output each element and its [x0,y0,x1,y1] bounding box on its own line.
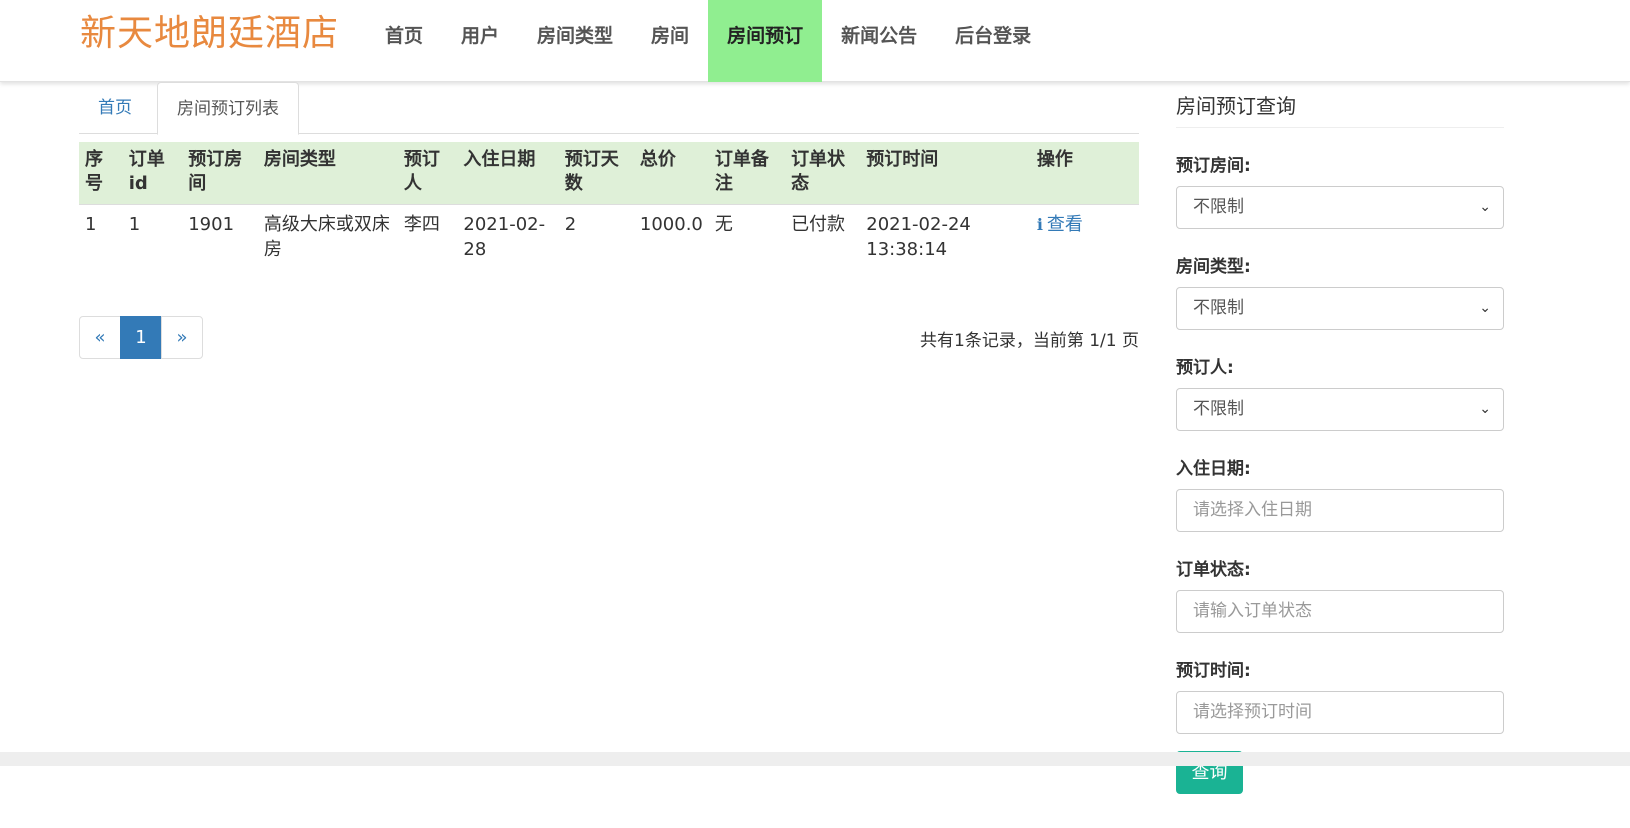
chevron-down-icon: ⌄ [1479,300,1491,316]
tab-booking-list[interactable]: 房间预订列表 [157,82,299,135]
booker-select[interactable]: 不限制 ⌄ [1176,388,1504,431]
pagination: « 1 » [79,316,203,359]
nav-home[interactable]: 首页 [366,0,442,82]
cell-order-id: 1 [122,203,183,274]
th-order-id: 订单id [128,149,165,194]
footer-divider [0,752,1630,766]
cell-room: 1901 [182,203,258,274]
nav-room-booking[interactable]: 房间预订 [708,0,823,82]
brand-logo[interactable]: 新天地朗廷酒店 [80,10,339,58]
status-label: 订单状态: [1176,560,1251,580]
chevron-down-icon: ⌄ [1479,401,1491,417]
th-booker: 预订人 [403,149,440,194]
cell-remark: 无 [708,203,786,274]
th-room: 预订房间 [188,149,243,194]
booking-table: 序号 订单id 预订房间 房间类型 预订人 入住日期 预订天数 总价 订单备注 … [79,142,1139,274]
cell-days: 2 [558,203,634,274]
room-select[interactable]: 不限制 ⌄ [1176,186,1504,229]
room-label: 预订房间: [1176,156,1251,176]
nav-room-types[interactable]: 房间类型 [518,0,632,82]
room-select-value: 不限制 [1193,197,1244,217]
page-1-button[interactable]: 1 [120,316,162,359]
main-nav: 首页 用户 房间类型 房间 房间预订 新闻公告 后台登录 [366,0,1050,82]
cell-status: 已付款 [785,203,861,274]
nav-rooms[interactable]: 房间 [632,0,708,82]
search-panel-title: 房间预订查询 [1176,90,1504,128]
booked-at-input[interactable]: 请选择预订时间 [1176,691,1504,734]
th-checkin: 入住日期 [463,149,536,170]
nav-admin-login[interactable]: 后台登录 [936,0,1050,82]
view-label: 查看 [1046,213,1083,235]
nav-news[interactable]: 新闻公告 [822,0,936,82]
tab-home[interactable]: 首页 [79,82,151,135]
chevron-down-icon: ⌄ [1479,199,1491,215]
booker-label: 预订人: [1176,358,1234,378]
th-booked-at: 预订时间 [866,149,939,170]
checkin-label: 入住日期: [1176,459,1251,479]
record-summary: 共有1条记录，当前第 1/1 页 [920,331,1139,351]
th-total: 总价 [639,149,676,170]
checkin-input[interactable]: 请选择入住日期 [1176,489,1504,532]
cell-seq: 1 [79,203,123,274]
cell-checkin: 2021-02-28 [457,203,559,274]
view-link[interactable]: i 查看 [1030,203,1139,274]
table-header-row: 序号 订单id 预订房间 房间类型 预订人 入住日期 预订天数 总价 订单备注 … [79,142,1139,204]
table-row: 1 1 1901 高级大床或双床房 李四 2021-02-28 2 1000.0… [79,203,1139,274]
prev-page-button[interactable]: « [79,316,121,359]
room-type-select-value: 不限制 [1193,298,1244,318]
th-action: 操作 [1036,149,1073,170]
cell-room-type: 高级大床或双床房 [257,203,398,274]
th-days: 预订天数 [564,149,619,194]
th-room-type: 房间类型 [263,149,336,170]
th-status: 订单状态 [791,149,846,194]
status-input[interactable]: 请输入订单状态 [1176,590,1504,633]
booker-select-value: 不限制 [1193,399,1244,419]
room-type-label: 房间类型: [1176,257,1251,277]
cell-total: 1000.0 [633,203,709,274]
booked-at-label: 预订时间: [1176,661,1251,681]
th-seq: 序号 [85,149,103,194]
cell-booked-at: 2021-02-24 13:38:14 [860,203,1031,274]
th-remark: 订单备注 [714,149,769,194]
cell-booker: 李四 [397,203,458,274]
search-panel: 房间预订查询 预订房间: 不限制 ⌄ 房间类型: 不限制 ⌄ 预订人: 不限制 … [1176,90,1504,794]
breadcrumb-tabs: 首页 房间预订列表 [79,82,1139,135]
info-icon: i [1036,214,1043,234]
next-page-button[interactable]: » [161,316,203,359]
room-type-select[interactable]: 不限制 ⌄ [1176,287,1504,330]
nav-users[interactable]: 用户 [442,0,518,82]
top-navbar: 新天地朗廷酒店 首页 用户 房间类型 房间 房间预订 新闻公告 后台登录 [0,0,1630,82]
